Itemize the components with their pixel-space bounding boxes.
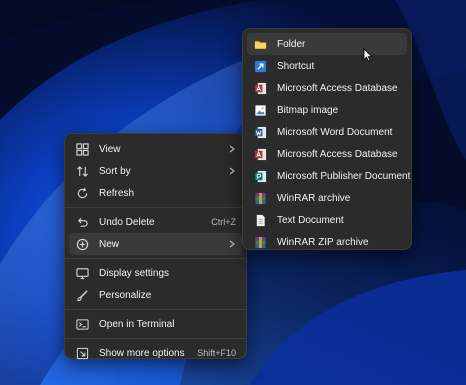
- submenu-item-label: Shortcut: [277, 60, 315, 72]
- menu-item-label: View: [99, 143, 121, 155]
- submenu-item-shortcut[interactable]: Shortcut: [247, 55, 407, 77]
- submenu-item-text-document[interactable]: Text Document: [247, 209, 407, 231]
- menu-separator: [65, 338, 246, 339]
- access-icon: [253, 81, 267, 95]
- terminal-icon: [75, 317, 89, 331]
- submenu-item-bitmap-image[interactable]: Bitmap image: [247, 99, 407, 121]
- menu-item-undo-delete[interactable]: Undo Delete Ctrl+Z: [69, 211, 242, 233]
- menu-separator: [65, 207, 246, 208]
- submenu-item-winrar-zip-archive[interactable]: WinRAR ZIP archive: [247, 231, 407, 253]
- submenu-item-access-database-2[interactable]: Microsoft Access Database: [247, 143, 407, 165]
- submenu-item-word-document[interactable]: Microsoft Word Document: [247, 121, 407, 143]
- shortcut-text: Shift+F10: [197, 348, 236, 358]
- chevron-right-icon: [228, 145, 236, 153]
- winrar-icon: [253, 191, 267, 205]
- view-grid-icon: [75, 142, 89, 156]
- menu-item-label: New: [99, 238, 120, 250]
- submenu-item-label: Folder: [277, 38, 306, 50]
- menu-item-open-in-terminal[interactable]: Open in Terminal: [69, 313, 242, 335]
- submenu-item-label: Microsoft Word Document: [277, 126, 393, 138]
- menu-item-label: Personalize: [99, 289, 152, 301]
- submenu-item-label: Text Document: [277, 214, 344, 226]
- winrar-zip-icon: [253, 235, 267, 249]
- submenu-item-label: Microsoft Publisher Document: [277, 170, 411, 182]
- shortcut-text: Ctrl+Z: [211, 217, 236, 227]
- menu-item-sort-by[interactable]: Sort by: [69, 160, 242, 182]
- menu-item-refresh[interactable]: Refresh: [69, 182, 242, 204]
- submenu-item-winrar-archive[interactable]: WinRAR archive: [247, 187, 407, 209]
- desktop-context-menu: View Sort by Refresh Undo Delete Ctrl+Z …: [64, 133, 247, 359]
- display-settings-icon: [75, 266, 89, 280]
- shortcut-icon: [253, 59, 267, 73]
- submenu-item-label: WinRAR archive: [277, 192, 351, 204]
- access-icon: [253, 147, 267, 161]
- submenu-item-access-database[interactable]: Microsoft Access Database: [247, 77, 407, 99]
- undo-icon: [75, 215, 89, 229]
- menu-item-label: Show more options: [99, 347, 185, 359]
- bitmap-icon: [253, 103, 267, 117]
- text-document-icon: [253, 213, 267, 227]
- menu-separator: [65, 309, 246, 310]
- menu-separator: [65, 258, 246, 259]
- menu-item-show-more-options[interactable]: Show more options Shift+F10: [69, 342, 242, 364]
- mouse-cursor-icon: [363, 48, 373, 62]
- chevron-right-icon: [228, 167, 236, 175]
- submenu-item-publisher-document[interactable]: Microsoft Publisher Document: [247, 165, 411, 187]
- chevron-right-icon: [228, 240, 236, 248]
- menu-item-view[interactable]: View: [69, 138, 242, 160]
- submenu-item-folder[interactable]: Folder: [247, 33, 407, 55]
- sort-icon: [75, 164, 89, 178]
- brush-icon: [75, 288, 89, 302]
- add-circle-icon: [75, 237, 89, 251]
- submenu-item-label: WinRAR ZIP archive: [277, 236, 369, 248]
- publisher-icon: [253, 169, 267, 183]
- menu-item-label: Undo Delete: [99, 216, 155, 228]
- new-submenu: Folder Shortcut Microsoft Access Databas…: [242, 28, 412, 250]
- menu-item-label: Refresh: [99, 187, 135, 199]
- menu-item-label: Open in Terminal: [99, 318, 175, 330]
- folder-icon: [253, 37, 267, 51]
- menu-item-personalize[interactable]: Personalize: [69, 284, 242, 306]
- submenu-item-label: Bitmap image: [277, 104, 339, 116]
- submenu-item-label: Microsoft Access Database: [277, 82, 398, 94]
- refresh-icon: [75, 186, 89, 200]
- menu-item-label: Display settings: [99, 267, 170, 279]
- menu-item-new[interactable]: New: [69, 233, 242, 255]
- menu-item-display-settings[interactable]: Display settings: [69, 262, 242, 284]
- show-more-options-icon: [75, 346, 89, 360]
- submenu-item-label: Microsoft Access Database: [277, 148, 398, 160]
- word-icon: [253, 125, 267, 139]
- menu-item-label: Sort by: [99, 165, 131, 177]
